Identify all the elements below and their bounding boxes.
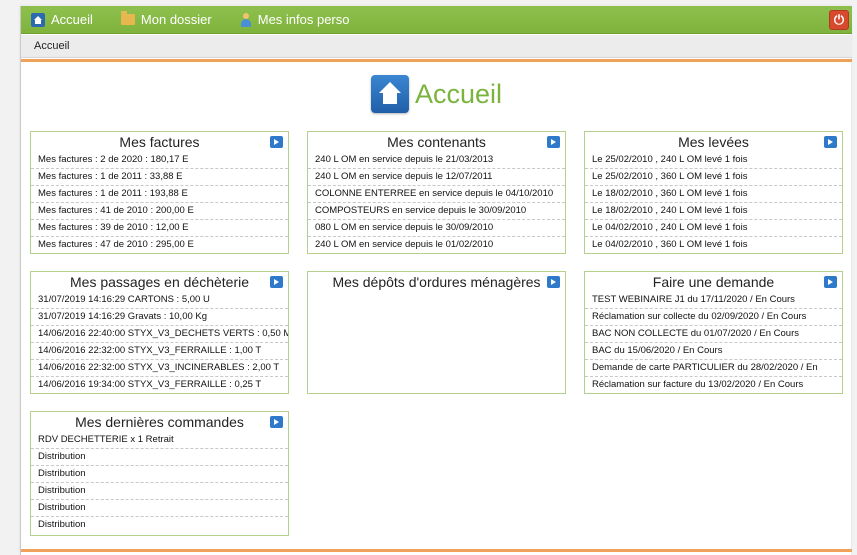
panel-header: Mes contenants <box>308 132 565 152</box>
arrow-right-icon[interactable] <box>547 276 560 288</box>
list-item[interactable]: Le 25/02/2010 , 240 L OM levé 1 fois <box>585 152 842 169</box>
list-item[interactable]: Mes factures : 39 de 2010 : 12,00 E <box>31 220 288 237</box>
arrow-right-icon[interactable] <box>547 136 560 148</box>
person-icon <box>240 12 252 27</box>
nav-accueil[interactable]: Accueil <box>31 6 93 34</box>
panel-list: Mes factures : 2 de 2020 : 180,17 E Mes … <box>31 152 288 254</box>
panel-title: Mes dernières commandes <box>75 414 244 430</box>
panel-mes-factures: Mes factures Mes factures : 2 de 2020 : … <box>30 131 289 254</box>
nav-mes-infos-label: Mes infos perso <box>257 12 350 27</box>
panel-header: Mes dépôts d'ordures ménagères <box>308 272 565 292</box>
list-item[interactable]: Distribution <box>31 517 288 534</box>
list-item[interactable]: Mes factures : 41 de 2010 : 200,00 E <box>31 203 288 220</box>
header-divider <box>21 59 852 62</box>
folder-icon <box>120 11 135 25</box>
list-item[interactable]: COLONNE ENTERREE en service depuis le 04… <box>308 186 565 203</box>
list-item[interactable]: BAC NON COLLECTE du 01/07/2020 / En Cour… <box>585 326 842 343</box>
panel-mes-depots-ordures-menageres: Mes dépôts d'ordures ménagères <box>307 271 566 394</box>
home-icon <box>370 75 409 113</box>
panel-title: Mes factures <box>119 134 200 150</box>
list-item[interactable]: 14/06/2016 22:32:00 STYX_V3_FERRAILLE : … <box>31 343 288 360</box>
panel-mes-levees: Mes levées Le 25/02/2010 , 240 L OM levé… <box>584 131 843 254</box>
arrow-right-icon[interactable] <box>270 276 283 288</box>
panel-header: Faire une demande <box>585 272 842 292</box>
panel-list: 240 L OM en service depuis le 21/03/2013… <box>308 152 565 254</box>
page-header: Accueil <box>21 66 852 122</box>
list-item[interactable]: Distribution <box>31 449 288 466</box>
panel-header: Mes dernières commandes <box>31 412 288 432</box>
list-item[interactable]: Demande de carte PARTICULIER du 28/02/20… <box>585 360 842 377</box>
list-item[interactable]: 080 L OM en service depuis le 30/09/2010 <box>308 220 565 237</box>
list-item[interactable]: COMPOSTEURS en service depuis le 30/09/2… <box>308 203 565 220</box>
panel-title: Mes contenants <box>387 134 486 150</box>
list-item[interactable]: 240 L OM en service depuis le 21/03/2013 <box>308 152 565 169</box>
panel-header: Mes levées <box>585 132 842 152</box>
list-item[interactable]: Mes factures : 47 de 2010 : 295,00 E <box>31 237 288 254</box>
panel-title: Mes dépôts d'ordures ménagères <box>332 274 541 290</box>
list-item[interactable]: 240 L OM en service depuis le 01/02/2010 <box>308 237 565 254</box>
panel-header: Mes passages en déchèterie <box>31 272 288 292</box>
list-item[interactable]: Distribution <box>31 466 288 483</box>
panel-mes-passages-en-decheterie: Mes passages en déchèterie 31/07/2019 14… <box>30 271 289 394</box>
list-item[interactable]: Réclamation sur facture du 13/02/2020 / … <box>585 377 842 394</box>
page-title: Accueil <box>414 78 503 109</box>
nav-mes-infos-perso[interactable]: Mes infos perso <box>240 6 350 34</box>
list-item[interactable]: BAC du 15/06/2020 / En Cours <box>585 343 842 360</box>
list-item[interactable]: Mes factures : 2 de 2020 : 180,17 E <box>31 152 288 169</box>
list-item[interactable]: Mes factures : 1 de 2011 : 193,88 E <box>31 186 288 203</box>
panel-title: Mes passages en déchèterie <box>70 274 249 290</box>
list-item[interactable]: 31/07/2019 14:16:29 CARTONS : 5,00 U <box>31 292 288 309</box>
panel-list: TEST WEBINAIRE J1 du 17/11/2020 / En Cou… <box>585 292 842 394</box>
arrow-right-icon[interactable] <box>270 416 283 428</box>
panel-list: 31/07/2019 14:16:29 CARTONS : 5,00 U 31/… <box>31 292 288 394</box>
list-item[interactable]: Réclamation sur collecte du 02/09/2020 /… <box>585 309 842 326</box>
breadcrumb[interactable]: Accueil <box>34 40 69 52</box>
list-item[interactable]: 14/06/2016 22:40:00 STYX_V3_DECHETS VERT… <box>31 326 288 343</box>
list-item[interactable]: Distribution <box>31 500 288 517</box>
arrow-right-icon[interactable] <box>824 276 837 288</box>
list-item[interactable]: Le 18/02/2010 , 240 L OM levé 1 fois <box>585 203 842 220</box>
breadcrumb-bar: Accueil <box>21 35 852 58</box>
arrow-right-icon[interactable] <box>824 136 837 148</box>
panel-title: Faire une demande <box>652 274 775 290</box>
power-icon[interactable]: ⏻ <box>829 10 849 30</box>
list-item[interactable]: RDV DECHETTERIE x 1 Retrait <box>31 432 288 449</box>
app-frame: Accueil Mon dossier Mes infos perso ⏻ Ac… <box>20 6 852 555</box>
home-icon <box>31 12 45 27</box>
list-item[interactable]: Le 04/02/2010 , 240 L OM levé 1 fois <box>585 220 842 237</box>
nav-accueil-label: Accueil <box>51 12 93 27</box>
panel-mes-dernieres-commandes: Mes dernières commandes RDV DECHETTERIE … <box>30 411 289 536</box>
list-item[interactable]: Le 04/02/2010 , 360 L OM levé 1 fois <box>585 237 842 254</box>
list-item[interactable]: 240 L OM en service depuis le 12/07/2011 <box>308 169 565 186</box>
panel-faire-une-demande: Faire une demande TEST WEBINAIRE J1 du 1… <box>584 271 843 394</box>
list-item[interactable]: Le 18/02/2010 , 360 L OM levé 1 fois <box>585 186 842 203</box>
footer-divider <box>21 549 852 552</box>
list-item[interactable]: 31/07/2019 14:16:29 Gravats : 10,00 Kg <box>31 309 288 326</box>
list-item[interactable]: Distribution <box>31 483 288 500</box>
list-item[interactable]: 14/06/2016 19:34:00 STYX_V3_FERRAILLE : … <box>31 377 288 394</box>
arrow-right-icon[interactable] <box>270 136 283 148</box>
list-item[interactable]: TEST WEBINAIRE J1 du 17/11/2020 / En Cou… <box>585 292 842 309</box>
list-item[interactable]: 14/06/2016 22:32:00 STYX_V3_INCINERABLES… <box>31 360 288 377</box>
top-nav-bar: Accueil Mon dossier Mes infos perso ⏻ <box>21 6 852 34</box>
panel-title: Mes levées <box>678 134 749 150</box>
panel-header: Mes factures <box>31 132 288 152</box>
list-item[interactable]: Mes factures : 1 de 2011 : 33,88 E <box>31 169 288 186</box>
panel-list: RDV DECHETTERIE x 1 Retrait Distribution… <box>31 432 288 534</box>
panel-list: Le 25/02/2010 , 240 L OM levé 1 fois Le … <box>585 152 842 254</box>
list-item[interactable]: Le 25/02/2010 , 360 L OM levé 1 fois <box>585 169 842 186</box>
panel-mes-contenants: Mes contenants 240 L OM en service depui… <box>307 131 566 254</box>
nav-mon-dossier-label: Mon dossier <box>140 12 212 27</box>
nav-mon-dossier[interactable]: Mon dossier <box>120 6 212 34</box>
